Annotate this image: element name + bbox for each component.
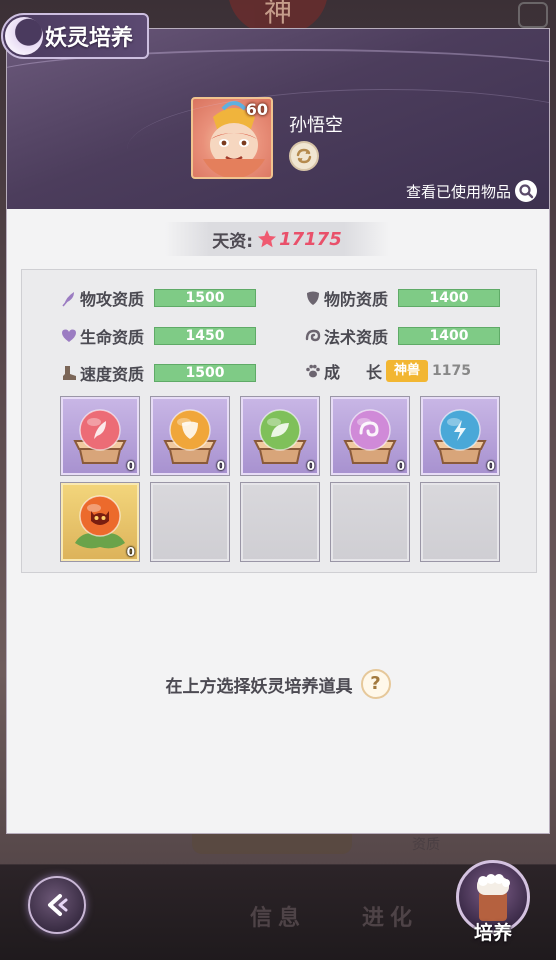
- empty-slot: [420, 482, 500, 562]
- feather-icon: [62, 292, 74, 307]
- growth-label-a: 成: [324, 363, 341, 382]
- cultivate-nav-button[interactable]: 培养: [452, 860, 534, 950]
- feather-orb-icon: [73, 409, 127, 464]
- bolt-orb-icon: [433, 409, 487, 464]
- item-slot[interactable]: 0: [330, 396, 410, 476]
- shield-orb-icon: [163, 409, 217, 464]
- item-count: 0: [306, 459, 315, 473]
- tab-info: 信息: [250, 906, 307, 931]
- label-behind: 资质: [412, 837, 440, 853]
- empty-slot: [150, 482, 230, 562]
- cultivate-nav-label: 培养: [473, 922, 512, 944]
- stat-magic: 法术资质 1400: [304, 324, 500, 348]
- item-count: 0: [396, 459, 405, 473]
- item-slot[interactable]: 0: [240, 396, 320, 476]
- cultivate-panel: 60 孙悟空 查看已使用物品 妖灵培养 天资: 17175 物攻资质 1500 …: [1, 13, 550, 834]
- pet-level: 60: [245, 100, 268, 119]
- item-slot[interactable]: 0: [60, 396, 140, 476]
- swap-pet-button[interactable]: [289, 141, 319, 171]
- magnifier-icon: [519, 184, 534, 199]
- growth-badge: 神兽: [386, 360, 429, 382]
- stat-label: 法术资质: [324, 328, 389, 347]
- stat-value-bar: 1400: [398, 289, 500, 307]
- stat-growth: 成 长 神兽 1175: [304, 359, 471, 383]
- item-count: 0: [216, 459, 225, 473]
- stat-phys-defense: 物防资质 1400: [304, 286, 500, 310]
- item-slot[interactable]: 0: [150, 396, 230, 476]
- stat-phys-attack: 物攻资质 1500: [60, 286, 256, 310]
- boot-icon: [63, 366, 76, 380]
- stat-value-bar: 1450: [154, 327, 256, 345]
- stat-label: 物防资质: [324, 290, 389, 309]
- talent-value: 17175: [279, 228, 342, 250]
- back-button[interactable]: [28, 876, 86, 934]
- fist-icon: [477, 874, 510, 921]
- heart-icon: [62, 329, 76, 342]
- tab-advance: 进化: [362, 906, 419, 931]
- stats-box: 物攻资质 1500 物防资质 1400 生命资质 1450 法术资质 1400: [21, 269, 537, 573]
- talent-bar: 天资: 17175: [165, 222, 389, 256]
- back-arrow-icon: [48, 894, 68, 916]
- stat-label: 生命资质: [80, 328, 145, 347]
- stat-speed: 速度资质 1500: [60, 361, 256, 385]
- talent-label: 天资:: [212, 231, 254, 252]
- swirl-orb-icon: [343, 409, 397, 464]
- item-count: 0: [126, 545, 135, 559]
- shield-icon: [307, 291, 319, 305]
- item-count: 0: [126, 459, 135, 473]
- pet-avatar[interactable]: 60: [191, 97, 273, 179]
- swirl-icon: [305, 329, 321, 342]
- stat-value-bar: 1400: [398, 327, 500, 345]
- swap-icon: [296, 148, 312, 164]
- item-slot[interactable]: 0: [60, 482, 140, 562]
- empty-slot: [330, 482, 410, 562]
- stat-label: 物攻资质: [80, 290, 145, 309]
- stat-label: 速度资质: [80, 365, 145, 384]
- growth-value: 1175: [432, 363, 471, 379]
- hint-text: 在上方选择妖灵培养道具: [165, 676, 353, 697]
- moon-icon: [5, 17, 43, 55]
- stat-value-bar: 1500: [154, 364, 256, 382]
- stat-hp: 生命资质 1450: [60, 324, 256, 348]
- devil-orb-icon: [75, 495, 125, 549]
- paw-icon: [306, 364, 320, 378]
- help-button[interactable]: ?: [360, 669, 391, 699]
- stat-value-bar: 1500: [154, 289, 256, 307]
- pet-name: 孙悟空: [289, 115, 343, 136]
- star-icon: [258, 230, 277, 248]
- view-used-items-link[interactable]: 查看已使用物品: [406, 181, 511, 202]
- panel-title-tab: 妖灵培养: [1, 13, 149, 59]
- growth-label-b: 长: [366, 363, 383, 382]
- hint-row: 在上方选择妖灵培养道具 ?: [7, 669, 549, 699]
- item-count: 0: [486, 459, 495, 473]
- search-icon[interactable]: [515, 180, 537, 202]
- leaf-orb-icon: [253, 409, 307, 464]
- empty-slot: [240, 482, 320, 562]
- lock-icon: [518, 2, 548, 28]
- panel-title: 妖灵培养: [45, 26, 134, 51]
- item-slot[interactable]: 0: [420, 396, 500, 476]
- monkey-king-portrait: [203, 101, 265, 177]
